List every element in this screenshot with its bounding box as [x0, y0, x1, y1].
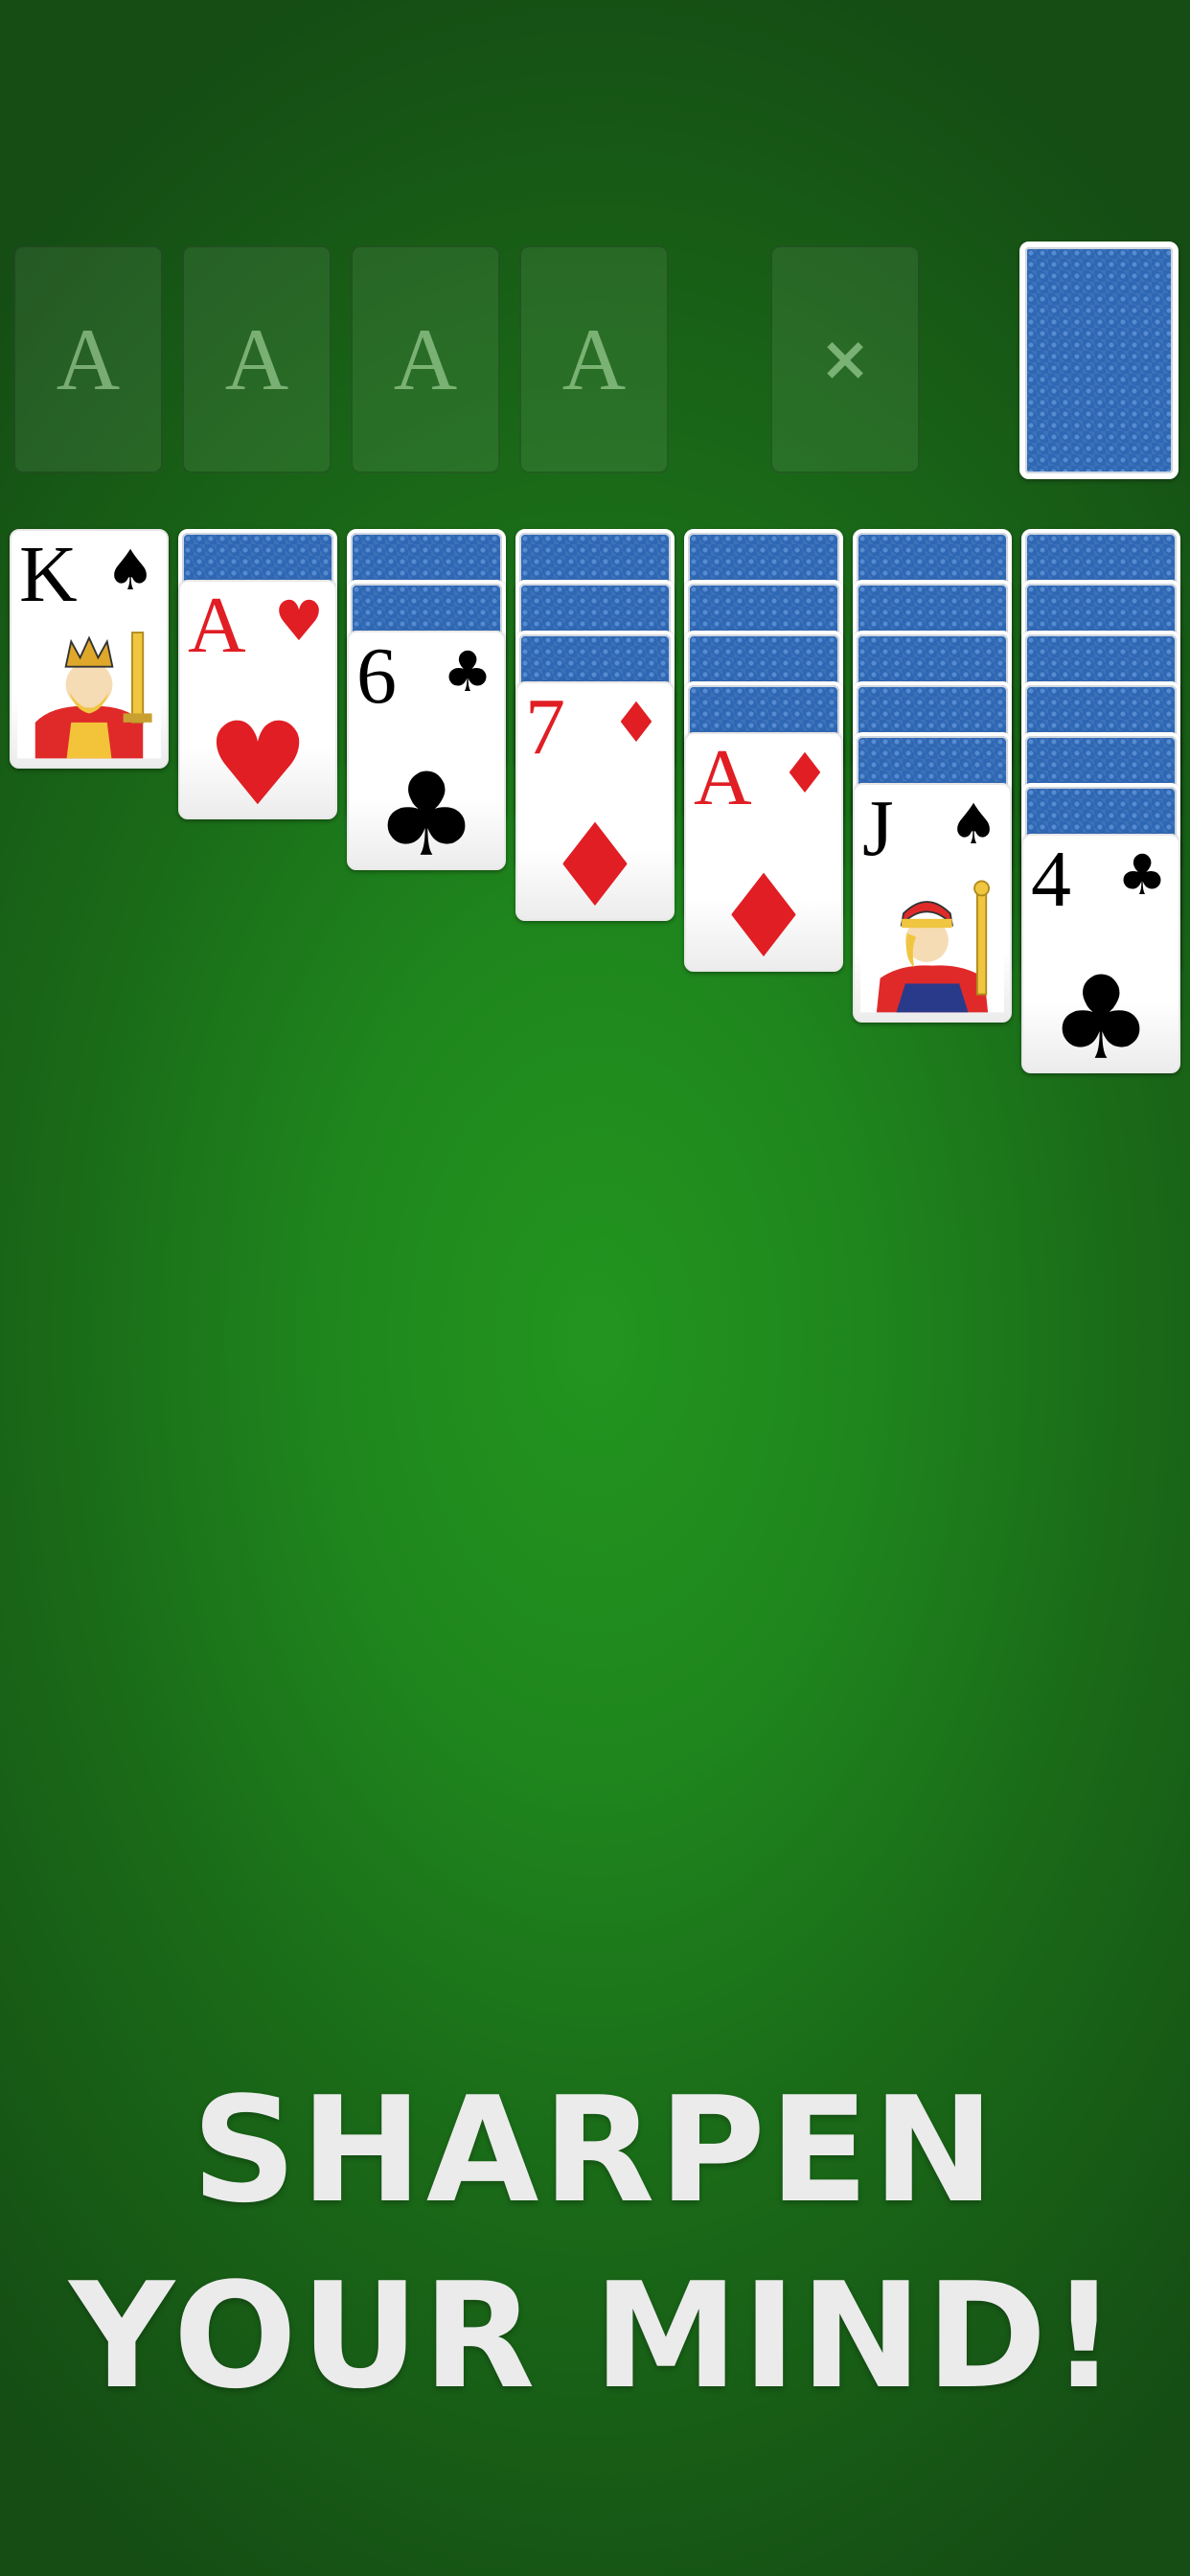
card-suit-icon: ♣	[1117, 842, 1167, 908]
card-suit-icon: ♥	[274, 588, 324, 654]
tableau-card[interactable]: 7 ♦ ♦	[515, 681, 675, 921]
king-portrait-icon	[17, 619, 161, 763]
tableau-card[interactable]: 6 ♣ ♣	[347, 631, 506, 870]
card-rank: 4	[1031, 835, 1071, 924]
card-rank: 6	[356, 632, 397, 721]
tableau-card[interactable]: 4 ♣ ♣	[1021, 834, 1180, 1073]
card-suit-icon: ♦	[780, 741, 830, 806]
card-rank: K	[19, 530, 78, 619]
card-suit-icon: ♦	[611, 690, 661, 755]
card-center-suit-icon: ♦	[543, 800, 647, 921]
card-suit-icon: ♣	[443, 639, 492, 704]
foundation-slot-1[interactable]: A	[13, 245, 163, 473]
foundation-label: A	[56, 310, 121, 408]
stock-pile[interactable]	[1019, 242, 1179, 479]
game-table: { "foundations": [ {"label": "A"}, {"lab…	[0, 0, 1190, 2576]
tableau-card[interactable]: A ♥ ♥	[178, 580, 337, 819]
foundation-slot-3[interactable]: A	[351, 245, 500, 473]
card-center-suit-icon: ♣	[1049, 953, 1153, 1073]
card-center-suit-icon: ♣	[375, 749, 478, 870]
foundation-slot-2[interactable]: A	[182, 245, 332, 473]
waste-slot[interactable]: ×	[770, 245, 920, 473]
foundation-label: A	[561, 310, 627, 408]
tableau-card[interactable]: J ♠	[853, 783, 1012, 1023]
card-center-suit-icon: ♥	[206, 699, 309, 819]
jack-portrait-icon	[860, 873, 1004, 1017]
card-center-suit-icon: ♦	[712, 851, 815, 972]
foundation-slot-4[interactable]: A	[519, 245, 669, 473]
card-rank: 7	[525, 682, 565, 771]
tableau-card[interactable]: K ♠	[10, 529, 169, 769]
close-icon: ×	[819, 324, 871, 395]
card-rank: A	[188, 581, 246, 670]
card-rank: J	[862, 784, 894, 873]
foundation-label: A	[393, 310, 458, 408]
card-suit-icon: ♠	[949, 792, 998, 857]
headline-line-2: YOUR MIND!	[69, 2251, 1121, 2421]
card-rank: A	[694, 733, 752, 822]
foundation-label: A	[224, 310, 289, 408]
card-suit-icon: ♠	[105, 538, 155, 603]
tableau-card[interactable]: A ♦ ♦	[684, 732, 843, 972]
headline-line-1: SHARPEN	[192, 2065, 998, 2235]
